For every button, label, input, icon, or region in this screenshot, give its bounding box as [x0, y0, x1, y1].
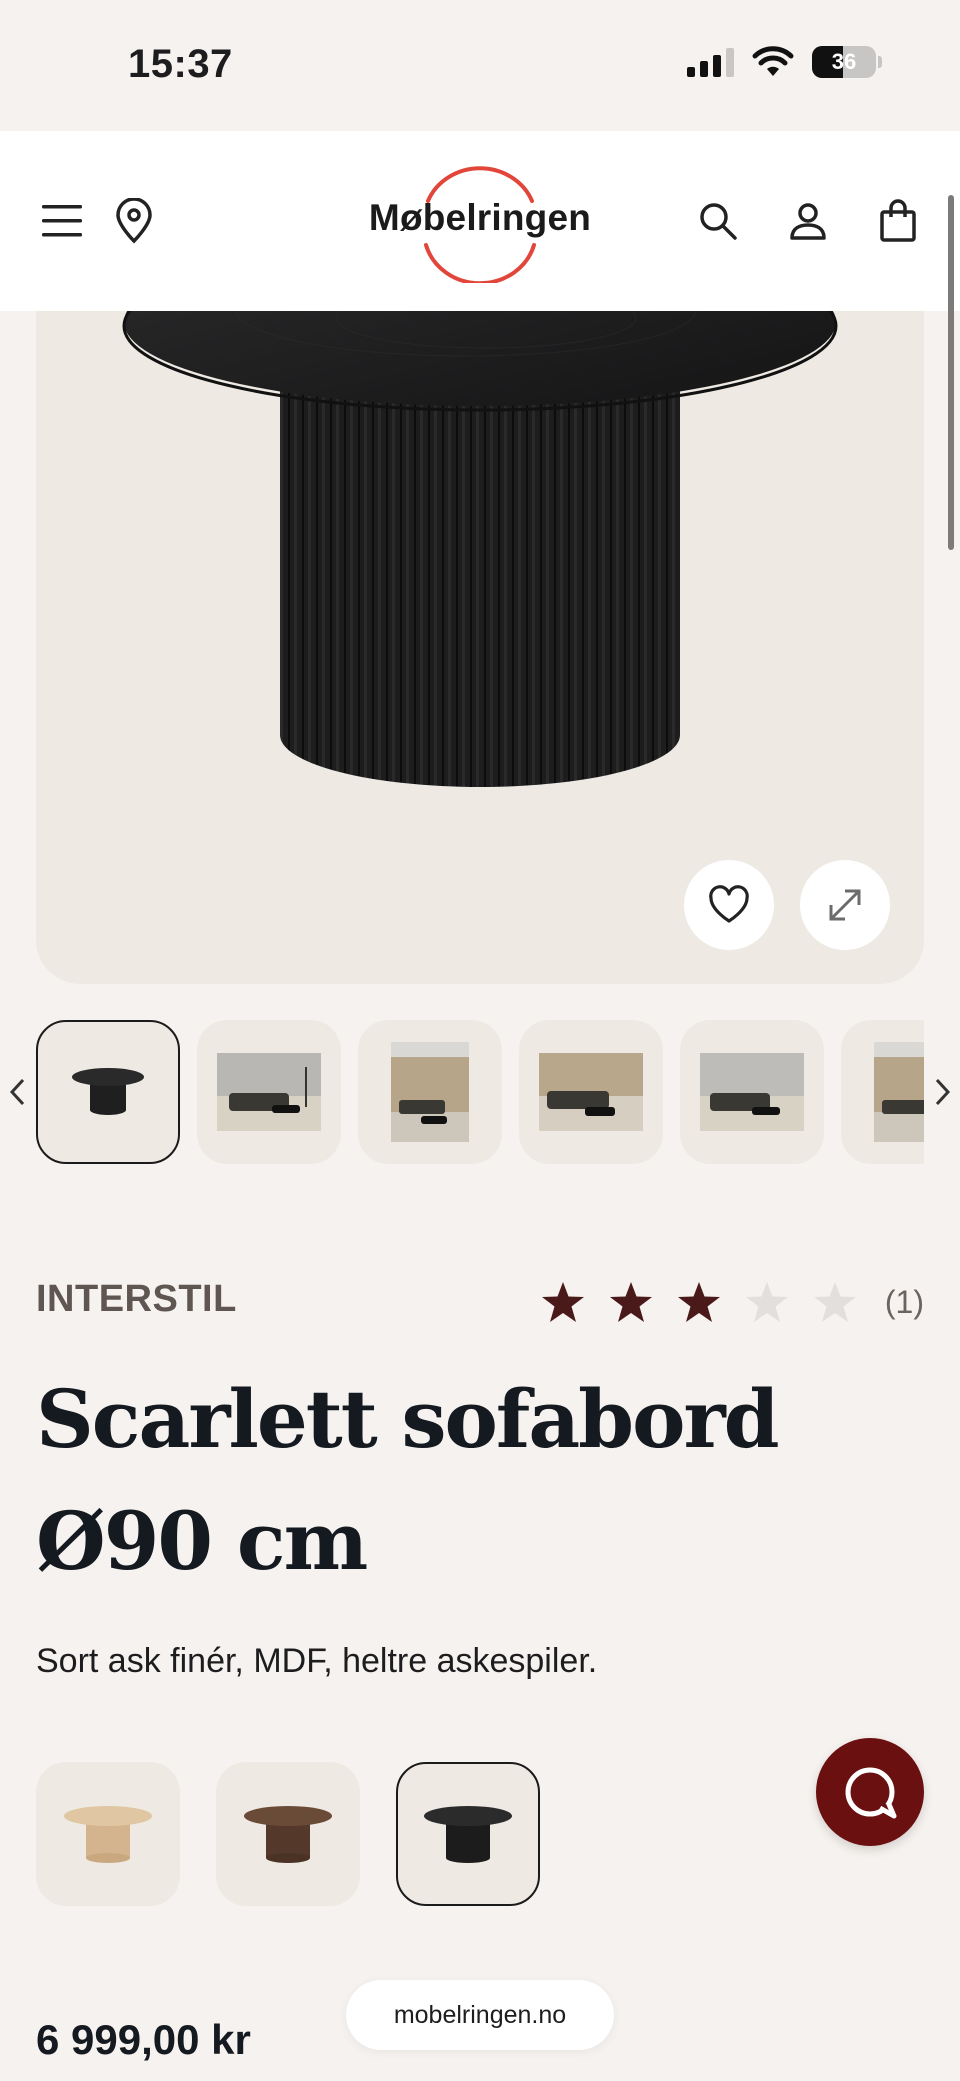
- search-button[interactable]: [686, 189, 750, 253]
- browser-url-bar[interactable]: mobelringen.no: [346, 1980, 614, 2050]
- logo-text: Møbelringen: [368, 197, 592, 238]
- thumbnail-room-image: [700, 1053, 804, 1131]
- product-title: Scarlett sofabord Ø90 cm: [36, 1372, 780, 1588]
- thumbnail-4[interactable]: [519, 1020, 663, 1164]
- variant-black-ash[interactable]: [396, 1762, 540, 1906]
- star-filled-icon: [542, 1282, 584, 1322]
- account-button[interactable]: [776, 189, 840, 253]
- product-price: 6 999,00 kr: [36, 2016, 251, 2063]
- site-logo[interactable]: Møbelringen: [360, 163, 600, 283]
- star-filled-icon: [678, 1282, 720, 1322]
- thumbnail-1[interactable]: [36, 1020, 180, 1164]
- location-pin-icon: [116, 198, 152, 244]
- chevron-right-icon: [935, 1078, 951, 1106]
- cellular-signal-icon: [687, 47, 734, 77]
- status-bar: 15:37 36: [0, 0, 960, 131]
- shopping-bag-icon: [880, 199, 916, 242]
- rating-stars[interactable]: [540, 1280, 858, 1324]
- page-scrollbar[interactable]: [948, 195, 954, 550]
- thumbnail-6[interactable]: [841, 1020, 924, 1164]
- thumbnail-next-button[interactable]: [924, 1070, 960, 1114]
- variant-natural-oak[interactable]: [36, 1762, 180, 1906]
- menu-button[interactable]: [30, 189, 94, 253]
- hamburger-menu-icon: [42, 205, 82, 237]
- chat-bubble-icon: [845, 1767, 897, 1819]
- review-count[interactable]: (1): [885, 1284, 924, 1321]
- variant-table-image: [424, 1806, 512, 1863]
- site-header: Møbelringen: [0, 131, 960, 311]
- thumbnail-carousel: [0, 1018, 960, 1166]
- battery-level: 36: [831, 49, 857, 74]
- variant-walnut[interactable]: [216, 1762, 360, 1906]
- cart-button[interactable]: [866, 189, 930, 253]
- thumbnail-room-image: [539, 1053, 643, 1131]
- star-empty-icon: [814, 1282, 856, 1322]
- thumbnail-3[interactable]: [358, 1020, 502, 1164]
- thumbnail-5[interactable]: [680, 1020, 824, 1164]
- url-text: mobelringen.no: [393, 2000, 567, 2029]
- status-time: 15:37: [128, 42, 233, 86]
- thumbnail-2[interactable]: [197, 1020, 341, 1164]
- thumbnail-table-image: [72, 1068, 144, 1115]
- star-empty-icon: [746, 1282, 788, 1322]
- chevron-left-icon: [9, 1078, 25, 1106]
- color-variants: [36, 1762, 540, 1906]
- variant-table-image: [244, 1806, 332, 1863]
- product-image-main[interactable]: [36, 240, 924, 984]
- product-brand[interactable]: INTERSTIL: [36, 1278, 237, 1321]
- variant-table-image: [64, 1806, 152, 1863]
- expand-icon: [829, 889, 861, 921]
- chat-button[interactable]: [816, 1738, 924, 1846]
- status-icons: 36: [687, 46, 882, 78]
- thumbnail-room-image: [217, 1053, 321, 1131]
- star-filled-icon: [610, 1282, 652, 1322]
- store-locator-button[interactable]: [102, 189, 166, 253]
- thumbnail-prev-button[interactable]: [0, 1070, 36, 1114]
- user-icon: [790, 203, 826, 240]
- wishlist-button[interactable]: [684, 860, 774, 950]
- thumbnail-room-image: [874, 1042, 924, 1142]
- search-icon: [700, 203, 737, 240]
- thumbnail-room-image: [391, 1042, 469, 1142]
- product-photo: [122, 240, 838, 787]
- wifi-icon: [752, 46, 794, 76]
- heart-icon: [709, 885, 749, 923]
- fullscreen-button[interactable]: [800, 860, 890, 950]
- thumbnail-track: [36, 1018, 924, 1166]
- battery-icon: 36: [812, 46, 882, 78]
- product-description: Sort ask finér, MDF, heltre askespiler.: [36, 1642, 598, 1680]
